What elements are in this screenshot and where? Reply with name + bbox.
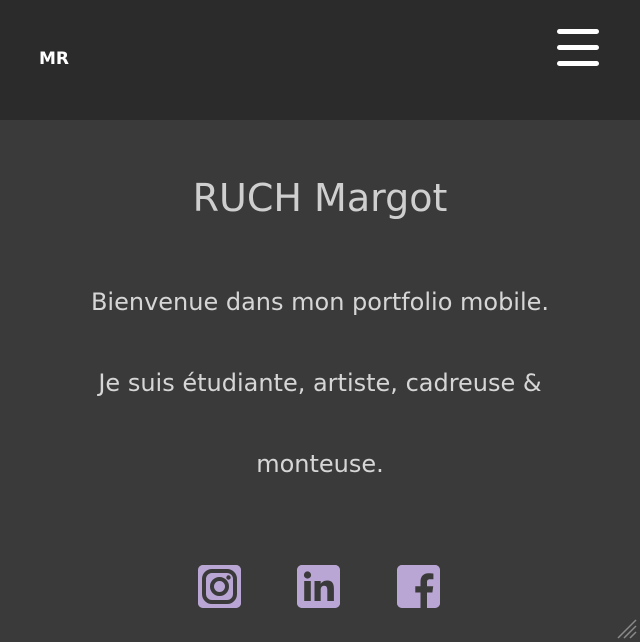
facebook-link[interactable] — [397, 565, 440, 608]
social-links — [0, 565, 640, 609]
resize-grip-icon[interactable] — [612, 614, 638, 640]
linkedin-link[interactable] — [297, 565, 340, 608]
menu-bar — [557, 29, 599, 34]
intro-text: Bienvenue dans mon portfolio mobile. Je … — [40, 262, 600, 505]
intro-line-about: Je suis étudiante, artiste, cadreuse & m… — [98, 369, 542, 478]
instagram-link[interactable] — [198, 565, 241, 608]
facebook-icon — [397, 565, 440, 608]
page-title: RUCH Margot — [192, 176, 448, 220]
menu-bar — [557, 61, 599, 66]
menu-bar — [557, 45, 599, 50]
hamburger-menu-icon[interactable] — [556, 28, 600, 68]
instagram-icon — [198, 565, 241, 608]
brand-logo[interactable]: MR — [39, 49, 69, 69]
top-navigation-bar: MR — [0, 0, 640, 120]
intro-line-welcome: Bienvenue dans mon portfolio mobile. — [90, 288, 550, 316]
linkedin-icon — [297, 565, 340, 608]
page: MR RUCH Margot Bienvenue dans mon portfo… — [0, 0, 640, 642]
